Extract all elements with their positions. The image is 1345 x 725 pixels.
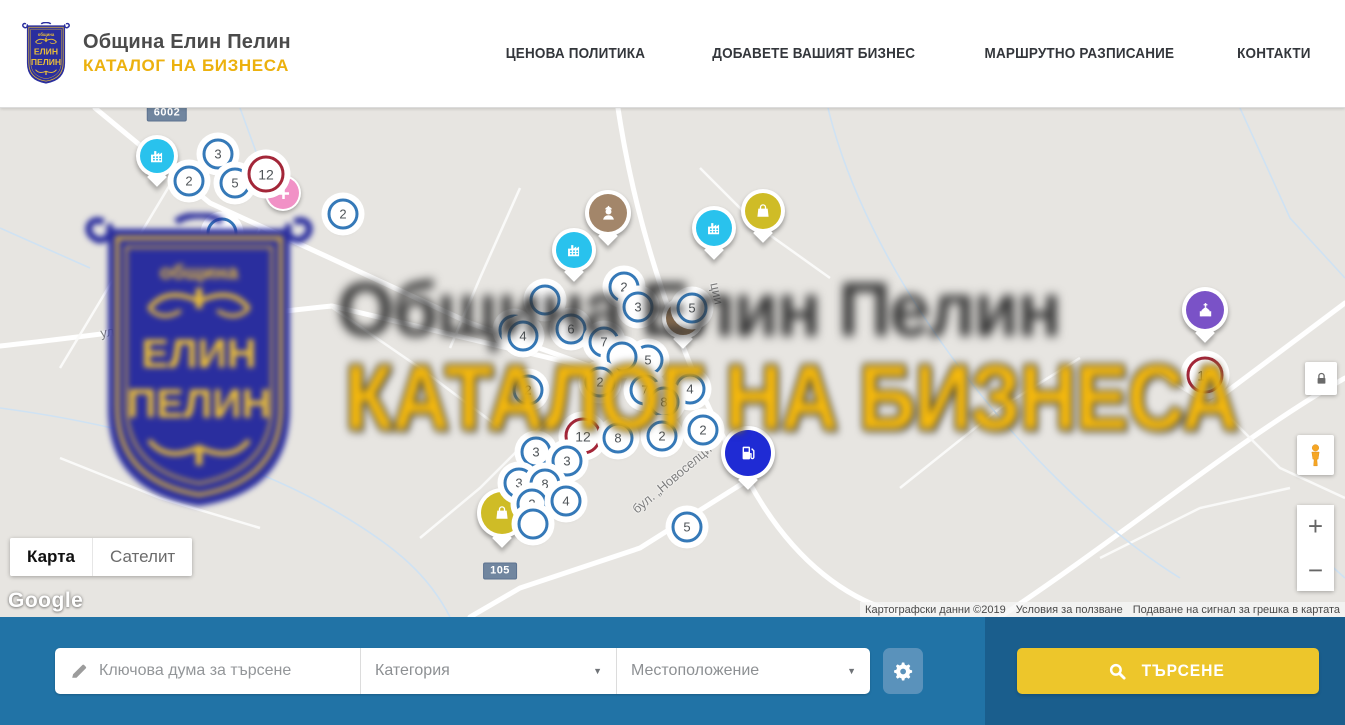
cluster-marker[interactable]: 3 bbox=[521, 437, 552, 468]
pin-marker-factory[interactable] bbox=[692, 206, 736, 250]
search-icon bbox=[1108, 662, 1127, 681]
zoom-in-button[interactable]: + bbox=[1297, 505, 1334, 548]
cluster-marker[interactable]: 3 bbox=[623, 292, 654, 323]
gear-icon bbox=[892, 660, 915, 683]
fuel-icon bbox=[725, 430, 771, 476]
municipality-emblem-icon bbox=[22, 22, 70, 85]
search-bar-right: ТЪРСЕНЕ bbox=[985, 617, 1345, 725]
site-subtitle: КАТАЛОГ НА БИЗНЕСА bbox=[83, 56, 291, 76]
attribution-terms-link[interactable]: Условия за ползване bbox=[1011, 604, 1128, 616]
cluster-marker[interactable]: 2 bbox=[513, 375, 544, 406]
cluster-marker[interactable]: 2 bbox=[585, 367, 616, 398]
cluster-marker[interactable]: 2 bbox=[647, 421, 678, 452]
factory-icon bbox=[140, 139, 174, 173]
search-settings-button[interactable] bbox=[883, 648, 923, 694]
pin-marker-factory[interactable] bbox=[552, 228, 596, 272]
worker-icon bbox=[589, 194, 627, 232]
google-logo[interactable]: Google bbox=[8, 589, 83, 613]
main-nav: ЦЕНОВА ПОЛИТИКА ДОБАВЕТЕ ВАШИЯТ БИЗНЕС М… bbox=[498, 45, 1315, 62]
cluster-marker[interactable] bbox=[518, 509, 549, 540]
cluster-marker[interactable]: 2 bbox=[174, 166, 205, 197]
nav-route-schedule[interactable]: МАРШРУТНО РАЗПИСАНИЕ bbox=[985, 45, 1175, 62]
search-bar-left: Категория ▼ Местоположение ▼ bbox=[0, 617, 985, 725]
nav-pricing-policy[interactable]: ЦЕНОВА ПОЛИТИКА bbox=[506, 45, 645, 62]
pencil-icon bbox=[69, 661, 89, 681]
cluster-marker[interactable]: 8 bbox=[603, 423, 634, 454]
chevron-down-icon: ▼ bbox=[847, 666, 856, 676]
chevron-down-icon: ▼ bbox=[593, 666, 602, 676]
search-button[interactable]: ТЪРСЕНЕ bbox=[1017, 648, 1319, 694]
search-fields: Категория ▼ Местоположение ▼ bbox=[55, 648, 870, 694]
cluster-marker[interactable] bbox=[530, 285, 561, 316]
header: Община Елин Пелин КАТАЛОГ НА БИЗНЕСА ЦЕН… bbox=[0, 0, 1345, 108]
nav-contacts[interactable]: КОНТАКТИ bbox=[1237, 45, 1311, 62]
cluster-marker[interactable] bbox=[207, 218, 238, 249]
map-canvas[interactable]: ул. Преславбул. „Новоселци“ции 6002105 3… bbox=[0, 108, 1345, 617]
cluster-marker[interactable]: 2 bbox=[328, 199, 359, 230]
cluster-marker[interactable]: 4 bbox=[508, 321, 539, 352]
search-bar: Категория ▼ Местоположение ▼ bbox=[0, 617, 1345, 725]
factory-icon bbox=[556, 232, 592, 268]
attribution-copyright: Картографски данни ©2019 bbox=[860, 604, 1011, 616]
pin-marker-worker[interactable] bbox=[585, 190, 631, 236]
category-select[interactable]: Категория ▼ bbox=[360, 648, 616, 694]
cluster-marker[interactable]: 2 bbox=[688, 415, 719, 446]
site-logo[interactable]: Община Елин Пелин КАТАЛОГ НА БИЗНЕСА bbox=[22, 22, 291, 85]
cluster-marker[interactable]: 3 bbox=[552, 446, 583, 477]
lock-icon bbox=[1314, 371, 1329, 386]
pin-marker-factory[interactable] bbox=[136, 135, 178, 177]
cluster-marker[interactable]: 5 bbox=[677, 293, 708, 324]
location-select[interactable]: Местоположение ▼ bbox=[616, 648, 870, 694]
app: Община Елин Пелин КАТАЛОГ НА БИЗНЕСА ЦЕН… bbox=[0, 0, 1345, 725]
pin-marker-fuel[interactable] bbox=[721, 426, 775, 480]
street-view-pegman[interactable] bbox=[1297, 435, 1334, 475]
cluster-marker[interactable]: 3 bbox=[203, 139, 234, 170]
road-number-badge: 6002 bbox=[147, 108, 187, 122]
cluster-marker[interactable]: 5 bbox=[220, 168, 251, 199]
map-type-control: Карта Сателит bbox=[10, 538, 192, 576]
nav-add-your-business[interactable]: ДОБАВЕТЕ ВАШИЯТ БИЗНЕС bbox=[712, 45, 915, 62]
cluster-marker[interactable]: 5 bbox=[672, 512, 703, 543]
cluster-marker[interactable]: 8 bbox=[649, 387, 680, 418]
cluster-marker[interactable]: 6 bbox=[556, 314, 587, 345]
bag-icon bbox=[745, 193, 781, 229]
lock-control[interactable] bbox=[1305, 362, 1337, 395]
pegman-icon bbox=[1304, 443, 1327, 468]
zoom-out-button[interactable]: − bbox=[1297, 548, 1334, 591]
pin-marker-bag[interactable] bbox=[741, 189, 785, 233]
map-attribution: Картографски данни ©2019 Условия за полз… bbox=[860, 602, 1345, 617]
location-select-value: Местоположение bbox=[631, 662, 759, 680]
keyword-field bbox=[55, 648, 360, 694]
factory-icon bbox=[696, 210, 732, 246]
map-type-satellite-button[interactable]: Сателит bbox=[92, 538, 192, 576]
cluster-marker[interactable]: 12 bbox=[248, 156, 285, 193]
search-button-label: ТЪРСЕНЕ bbox=[1141, 661, 1224, 681]
map-type-map-button[interactable]: Карта bbox=[10, 538, 92, 576]
church-icon bbox=[1186, 291, 1224, 329]
attribution-report-link[interactable]: Подаване на сигнал за грешка в картата bbox=[1128, 604, 1345, 616]
cluster-marker[interactable]: 10 bbox=[1187, 357, 1224, 394]
site-title: Община Елин Пелин bbox=[83, 31, 291, 54]
pin-marker-church[interactable] bbox=[1182, 287, 1228, 333]
road-number-badge: 105 bbox=[483, 563, 517, 580]
zoom-control: + − bbox=[1297, 505, 1334, 591]
logo-text: Община Елин Пелин КАТАЛОГ НА БИЗНЕСА bbox=[83, 31, 291, 76]
search-input[interactable] bbox=[99, 662, 346, 680]
category-select-value: Категория bbox=[375, 662, 450, 680]
cluster-marker[interactable]: 4 bbox=[551, 486, 582, 517]
cluster-marker[interactable] bbox=[607, 342, 638, 373]
